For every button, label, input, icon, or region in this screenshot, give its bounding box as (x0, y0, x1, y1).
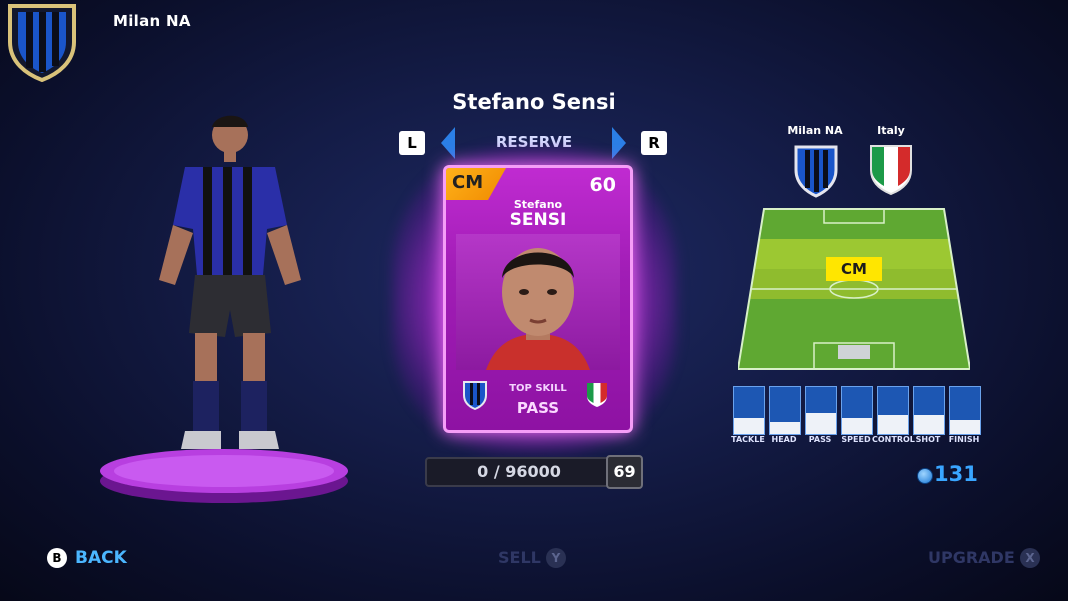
previous-player-key[interactable]: L (399, 131, 425, 155)
stat-bar-pass (805, 386, 837, 435)
xp-progress-bar: 0 / 96000 (425, 457, 613, 487)
card-position: CM (452, 172, 484, 193)
card-rating: 60 (589, 174, 616, 196)
player-portrait (456, 234, 620, 370)
pitch-diagram (738, 208, 970, 370)
coin-count: 131 (934, 462, 978, 486)
club-label: Milan NA (787, 124, 843, 137)
stat-fill (806, 413, 836, 434)
stat-bar-head (769, 386, 801, 435)
stat-label-head: HEAD (771, 435, 797, 444)
stat-label-speed: SPEED (841, 435, 871, 444)
stat-bar-speed (841, 386, 873, 435)
arrow-left-icon[interactable] (441, 127, 455, 159)
stat-label-tackle: TACKLE (731, 435, 765, 444)
stat-fill (914, 415, 944, 434)
club-crest-icon (8, 4, 76, 82)
italy-flag-icon (870, 145, 912, 196)
card-last-name: SENSI (509, 210, 567, 230)
player-model (159, 115, 301, 449)
stat-bar-finish (949, 386, 981, 435)
stat-fill (878, 415, 908, 434)
back-button[interactable]: BACK (75, 548, 127, 568)
stat-bar-tackle (733, 386, 765, 435)
upgrade-button[interactable]: UPGRADE (928, 548, 1015, 567)
club-name: Milan NA (113, 12, 191, 30)
stat-bar-control (877, 386, 909, 435)
stat-bar-shot (913, 386, 945, 435)
player-level: 69 (606, 455, 643, 489)
nation-label: Italy (877, 124, 905, 137)
coin-icon (917, 468, 933, 484)
italy-flag-icon (587, 383, 607, 407)
stat-label-pass: PASS (808, 435, 832, 444)
sell-button[interactable]: SELL (498, 548, 541, 567)
stat-label-finish: FINISH (948, 435, 980, 444)
arrow-right-icon[interactable] (612, 127, 626, 159)
xp-text: 0 / 96000 (477, 462, 561, 481)
b-button-icon[interactable]: B (47, 548, 67, 568)
y-button-icon[interactable]: Y (546, 548, 566, 568)
next-player-key[interactable]: R (641, 131, 667, 155)
stat-label-control: CONTROL (872, 435, 915, 444)
player-card[interactable]: CM 60 Stefano SENSI TOP SKILL PASS (443, 165, 633, 433)
stat-label-shot: SHOT (915, 435, 941, 444)
player-name-heading: Stefano Sensi (452, 90, 616, 114)
x-button-icon[interactable]: X (1020, 548, 1040, 568)
stat-fill (842, 418, 872, 434)
pitch-position-marker: CM (826, 257, 882, 281)
stat-fill (770, 422, 800, 434)
stat-fill (734, 418, 764, 434)
club-crest-icon (794, 145, 838, 198)
stat-fill (950, 420, 980, 434)
